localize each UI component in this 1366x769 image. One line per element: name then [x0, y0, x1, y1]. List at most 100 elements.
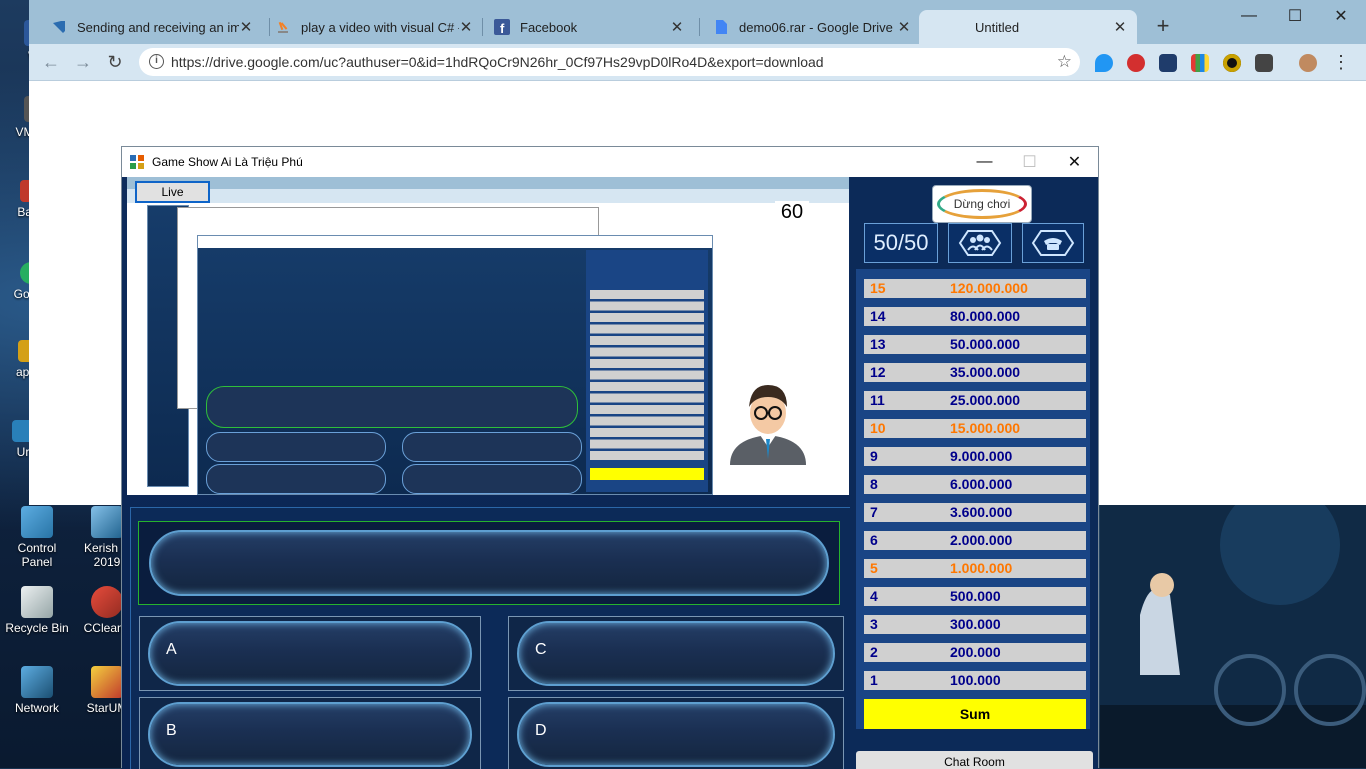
minimize-icon[interactable]: — [962, 147, 1007, 177]
prize-level: 13 [870, 336, 886, 352]
menu-dots-icon[interactable]: ⋮ [1329, 50, 1353, 74]
close-window-icon[interactable]: ✕ [1052, 147, 1097, 177]
desktop-icon-label: Ur [16, 445, 30, 459]
prize-amount: 50.000.000 [950, 336, 1021, 352]
back-icon[interactable]: ← [39, 50, 63, 74]
prize-amount: 2.000.000 [950, 532, 1013, 548]
desktop-icon-label: Control Panel [17, 541, 57, 569]
phone-friend-icon [1031, 230, 1075, 256]
prize-amount: 9.000.000 [950, 448, 1013, 464]
stop-game-label: Dừng chơi [953, 197, 1011, 211]
answer-label: C [535, 641, 547, 658]
lifeline-phone-button[interactable] [1022, 223, 1084, 263]
prize-row: 14 80.000.000 [864, 307, 1086, 326]
tab-untitled[interactable]: Untitled ✕ [919, 10, 1137, 44]
question-box [138, 521, 840, 605]
minimize-icon[interactable]: — [1226, 0, 1272, 32]
answer-b-button[interactable]: B [139, 697, 481, 769]
stream-nested-ladder [586, 250, 708, 492]
prize-row: 8 6.000.000 [864, 475, 1086, 494]
answer-d-button[interactable]: D [508, 697, 844, 769]
new-tab-icon[interactable]: + [1153, 13, 1173, 39]
sum-button[interactable]: Sum [864, 699, 1086, 729]
extension-eab-icon[interactable] [1127, 54, 1145, 72]
answer-label: A [166, 641, 177, 658]
prize-ladder: 15 120.000.000 14 80.000.000 13 50.000.000 12 3… [856, 269, 1090, 729]
tab-sending-image[interactable]: Sending and receiving an ima ✕ [41, 10, 263, 44]
tab-title: play a video with visual C# - S [301, 19, 459, 35]
prize-level: 5 [870, 560, 878, 576]
desktop-icon-recycle-bin[interactable]: Recycle Bin [2, 586, 72, 635]
tab-title: demo06.rar - Google Drive [739, 19, 893, 35]
prize-level: 2 [870, 644, 878, 660]
prize-level: 12 [870, 364, 886, 380]
maximize-icon[interactable]: ☐ [1007, 147, 1052, 177]
prize-amount: 200.000 [950, 644, 1001, 660]
answer-capsule [148, 621, 472, 686]
stream-nested-answer [402, 464, 582, 494]
extension-drop-icon[interactable] [1095, 54, 1113, 72]
right-panel: Dừng chơi 50/50 15 120.000.000 14 80.000.00… [850, 177, 1098, 769]
close-icon[interactable]: ✕ [239, 18, 253, 36]
prize-level: 15 [870, 280, 886, 296]
prize-row: 12 35.000.000 [864, 363, 1086, 382]
extension-color-icon[interactable] [1191, 54, 1209, 72]
close-icon[interactable]: ✕ [670, 18, 684, 36]
live-button[interactable]: Live [135, 181, 210, 203]
prize-row: 4 500.000 [864, 587, 1086, 606]
game-window: Game Show Ai Là Triệu Phú — ☐ ✕ Live 60 … [121, 146, 1099, 769]
prize-amount: 25.000.000 [950, 392, 1021, 408]
prize-row: 3 300.000 [864, 615, 1086, 634]
prize-level: 6 [870, 532, 878, 548]
wallpaper-art [1100, 505, 1366, 768]
extension-j-icon[interactable] [1159, 54, 1177, 72]
prize-level: 7 [870, 504, 878, 520]
tab-separator [482, 18, 483, 36]
url-text: https://drive.google.com/uc?authuser=0&i… [171, 54, 824, 70]
info-icon[interactable]: i [149, 54, 164, 69]
profile-avatar[interactable] [1299, 54, 1317, 72]
extension-circle-icon[interactable] [1223, 54, 1241, 72]
close-icon[interactable]: ✕ [1113, 18, 1127, 36]
prize-amount: 1.000.000 [950, 560, 1013, 576]
chat-room-button[interactable]: Chat Room [856, 751, 1093, 769]
close-icon[interactable]: ✕ [459, 18, 473, 36]
game-titlebar: Game Show Ai Là Triệu Phú — ☐ ✕ [122, 147, 1098, 177]
stream-nested-answer [206, 464, 386, 494]
tab-facebook[interactable]: f Facebook ✕ [484, 10, 694, 44]
answer-c-button[interactable]: C [508, 616, 844, 691]
prize-level: 11 [870, 392, 885, 408]
lifeline-audience-button[interactable] [948, 223, 1012, 263]
extension-se-icon[interactable] [1255, 54, 1273, 72]
prize-row: 1 100.000 [864, 671, 1086, 690]
stream-nested-ladder-rows [590, 290, 704, 462]
stream-nested-question [206, 386, 578, 428]
bookmark-star-icon[interactable]: ☆ [1057, 52, 1072, 72]
stop-game-button[interactable]: Dừng chơi [932, 185, 1032, 223]
answer-a-button[interactable]: A [139, 616, 481, 691]
game-title: Game Show Ai Là Triệu Phú [152, 155, 303, 169]
close-icon[interactable]: ✕ [897, 18, 911, 36]
maximize-icon[interactable]: ☐ [1272, 0, 1318, 32]
prize-row: 7 3.600.000 [864, 503, 1086, 522]
vs-icon [51, 19, 67, 35]
tab-play-video[interactable]: play a video with visual C# - S ✕ [265, 10, 483, 44]
prize-level: 10 [870, 420, 886, 436]
reload-icon[interactable]: ↻ [103, 50, 127, 74]
desktop-icon-control-panel[interactable]: Control Panel [2, 506, 72, 569]
answer-capsule [517, 621, 835, 686]
tab-title: Facebook [520, 19, 578, 35]
prize-amount: 100.000 [950, 672, 1001, 688]
tab-google-drive[interactable]: demo06.rar - Google Drive ✕ [703, 10, 921, 44]
lifeline-5050-button[interactable]: 50/50 [864, 223, 938, 263]
address-bar[interactable]: i https://drive.google.com/uc?authuser=0… [139, 48, 1080, 76]
prize-amount: 500.000 [950, 588, 1001, 604]
close-window-icon[interactable]: ✕ [1318, 0, 1364, 32]
stream-nested-answer [402, 432, 582, 462]
desktop-icon-network[interactable]: Network [2, 666, 72, 715]
question-capsule [149, 530, 829, 596]
prize-row: 6 2.000.000 [864, 531, 1086, 550]
player-name: ffddsf [717, 473, 748, 487]
forward-icon[interactable]: → [71, 50, 95, 74]
tab-strip: Sending and receiving an ima ✕ play a vi… [29, 0, 1366, 44]
